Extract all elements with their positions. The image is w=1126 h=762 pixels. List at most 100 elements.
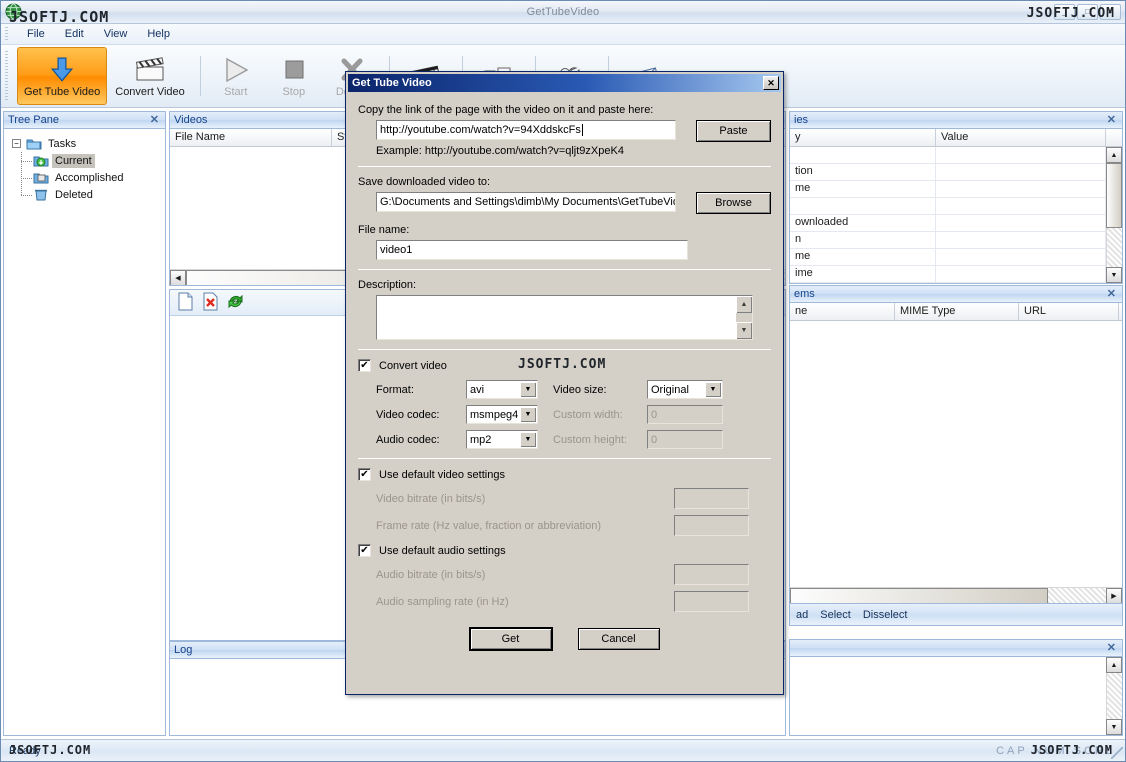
menu-grip[interactable] xyxy=(5,27,8,42)
items-col-mimetype[interactable]: MIME Type xyxy=(895,303,1019,320)
audio-codec-select[interactable]: mp2 ▼ xyxy=(466,430,538,449)
use-default-audio-checkbox[interactable]: ✔ xyxy=(358,544,371,557)
format-select[interactable]: avi ▼ xyxy=(466,380,538,399)
use-default-audio-label: Use default audio settings xyxy=(379,545,506,557)
use-default-audio-row[interactable]: ✔ Use default audio settings xyxy=(358,544,771,557)
stop-icon xyxy=(277,54,311,86)
bottom-right-scroll-down-arrow[interactable]: ▼ xyxy=(1106,719,1122,735)
get-tube-video-button[interactable]: Get Tube Video xyxy=(17,47,107,105)
sidebar-item-deleted[interactable]: Deleted xyxy=(8,186,161,203)
items-hscroll-thumb[interactable] xyxy=(790,588,1048,604)
items-action-disselect[interactable]: Disselect xyxy=(863,609,908,621)
table-row[interactable]: me xyxy=(790,181,1122,198)
save-path-input[interactable]: G:\Documents and Settings\dimb\My Docume… xyxy=(376,192,676,212)
use-default-video-row[interactable]: ✔ Use default video settings xyxy=(358,468,771,481)
menu-item-file[interactable]: File xyxy=(17,26,55,42)
link-input[interactable]: http://youtube.com/watch?v=94XddskcFs xyxy=(376,120,676,140)
example-text: Example: http://youtube.com/watch?v=qljt… xyxy=(376,145,771,157)
paste-button[interactable]: Paste xyxy=(696,120,771,142)
table-row[interactable] xyxy=(790,147,1122,164)
cancel-button[interactable]: Cancel xyxy=(578,628,660,650)
chevron-down-icon[interactable]: ▼ xyxy=(520,407,536,422)
audio-bitrate-input[interactable] xyxy=(674,564,749,585)
videos-hscroll-left-arrow[interactable]: ◀ xyxy=(170,270,186,286)
video-codec-select[interactable]: msmpeg4 ▼ xyxy=(466,405,538,424)
properties-vscrollbar[interactable]: ▲ ▼ xyxy=(1106,147,1122,283)
table-row[interactable]: ownloaded xyxy=(790,215,1122,232)
table-row[interactable]: me xyxy=(790,249,1122,266)
tree-expander-icon[interactable]: − xyxy=(12,139,21,148)
resize-grip[interactable] xyxy=(1111,747,1123,759)
properties-scroll-thumb[interactable] xyxy=(1106,163,1122,228)
convert-video-checkbox[interactable]: ✔ xyxy=(358,359,371,372)
delete-file-icon[interactable] xyxy=(201,292,220,314)
description-scroll-up-arrow[interactable]: ▲ xyxy=(736,296,752,313)
text-caret xyxy=(582,124,583,136)
sidebar-item-accomplished[interactable]: Accomplished xyxy=(8,169,161,186)
property-key xyxy=(790,147,936,163)
items-hscroll-right-arrow[interactable]: ▶ xyxy=(1106,588,1122,604)
items-grid[interactable]: ne MIME Type URL ▶ xyxy=(789,302,1123,604)
description-textarea[interactable]: ▲ ▼ xyxy=(376,295,753,340)
tree-root-tasks[interactable]: − Tasks xyxy=(8,135,161,152)
filename-input[interactable]: video1 xyxy=(376,240,688,260)
bottom-right-vscrollbar[interactable]: ▲ ▼ xyxy=(1106,657,1122,735)
frame-rate-input[interactable] xyxy=(674,515,749,536)
browse-button[interactable]: Browse xyxy=(696,192,771,214)
bottom-right-scroll-up-arrow[interactable]: ▲ xyxy=(1106,657,1122,673)
properties-col-key[interactable]: y xyxy=(790,129,936,146)
properties-scroll-down-arrow[interactable]: ▼ xyxy=(1106,267,1122,283)
properties-col-value[interactable]: Value xyxy=(936,129,1106,146)
sidebar-item-current[interactable]: Current xyxy=(8,152,161,169)
close-button[interactable]: ✕ xyxy=(1100,4,1121,20)
video-bitrate-input[interactable] xyxy=(674,488,749,509)
bottom-right-panel-caption: ✕ xyxy=(789,639,1123,656)
menu-item-help[interactable]: Help xyxy=(137,26,180,42)
properties-grid[interactable]: y Value tion me xyxy=(789,128,1123,284)
items-panel-close-icon[interactable]: ✕ xyxy=(1105,289,1118,300)
description-scroll-down-arrow[interactable]: ▼ xyxy=(736,322,752,339)
start-button[interactable]: Start xyxy=(208,47,264,105)
custom-height-input[interactable]: 0 xyxy=(647,430,723,449)
convert-video-row[interactable]: ✔ Convert video xyxy=(358,359,771,372)
video-size-select[interactable]: Original ▼ xyxy=(647,380,723,399)
refresh-icon[interactable] xyxy=(226,292,245,314)
audio-bitrate-row: Audio bitrate (in bits/s) xyxy=(358,564,771,585)
table-row[interactable]: n xyxy=(790,232,1122,249)
chevron-down-icon[interactable]: ▼ xyxy=(705,382,721,397)
items-hscrollbar[interactable]: ▶ xyxy=(790,587,1122,603)
convert-video-button[interactable]: Convert Video xyxy=(109,47,191,105)
stop-button[interactable]: Stop xyxy=(266,47,322,105)
toolbar-grip[interactable] xyxy=(5,51,8,101)
dialog-close-icon[interactable]: ✕ xyxy=(763,76,779,90)
table-row[interactable] xyxy=(790,198,1122,215)
task-tree[interactable]: − Tasks xyxy=(4,129,165,209)
items-action-select[interactable]: Select xyxy=(820,609,851,621)
get-button[interactable]: Get xyxy=(470,628,552,650)
application-window: GetTubeVideo _ □ ✕ JSOFTJ.COM JSOFTJ.COM… xyxy=(0,0,1126,762)
properties-panel-close-icon[interactable]: ✕ xyxy=(1105,115,1118,126)
bottom-right-panel-body[interactable]: ▲ ▼ xyxy=(789,656,1123,736)
maximize-button[interactable]: □ xyxy=(1077,4,1098,20)
items-col-name[interactable]: ne xyxy=(790,303,895,320)
items-action-download[interactable]: ad xyxy=(796,609,808,621)
menu-item-view[interactable]: View xyxy=(94,26,138,42)
items-panel: ems ✕ ne MIME Type URL ▶ ad Select Disse… xyxy=(789,285,1123,636)
videos-col-filename[interactable]: File Name xyxy=(170,129,332,146)
menu-item-edit[interactable]: Edit xyxy=(55,26,94,42)
chevron-down-icon[interactable]: ▼ xyxy=(520,382,536,397)
items-col-url[interactable]: URL xyxy=(1019,303,1119,320)
audio-sampling-input[interactable] xyxy=(674,591,749,612)
window-controls[interactable]: _ □ ✕ xyxy=(1054,4,1121,20)
tree-pane-close-icon[interactable]: ✕ xyxy=(148,115,161,126)
chevron-down-icon[interactable]: ▼ xyxy=(520,432,536,447)
table-row[interactable]: tion xyxy=(790,164,1122,181)
table-row[interactable]: ime xyxy=(790,266,1122,283)
bottom-right-panel-close-icon[interactable]: ✕ xyxy=(1105,643,1118,654)
custom-width-input[interactable]: 0 xyxy=(647,405,723,424)
properties-scroll-up-arrow[interactable]: ▲ xyxy=(1106,147,1122,163)
minimize-button[interactable]: _ xyxy=(1054,4,1075,20)
use-default-video-checkbox[interactable]: ✔ xyxy=(358,468,371,481)
format-value: avi xyxy=(470,384,484,396)
new-file-icon[interactable] xyxy=(176,292,195,314)
